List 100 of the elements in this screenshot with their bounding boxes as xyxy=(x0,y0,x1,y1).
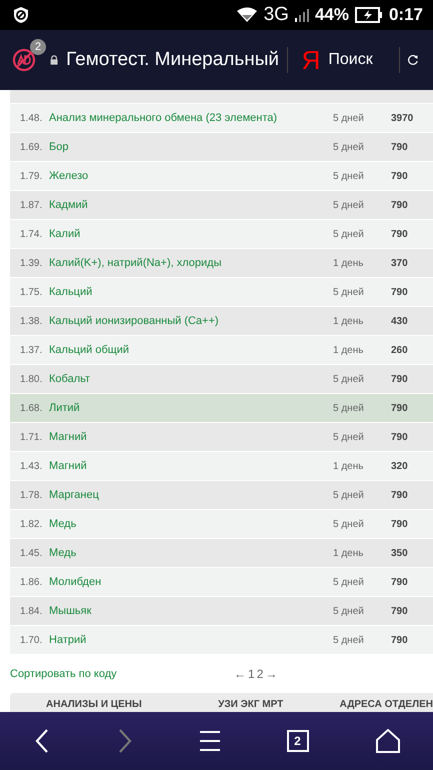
test-row[interactable]: 1.45. Медь 1 день 350 xyxy=(10,539,433,567)
test-code: 1.39. xyxy=(20,258,44,268)
count-badge: 2 xyxy=(30,39,46,55)
test-row[interactable]: 1.82. Медь 5 дней 790 xyxy=(10,510,433,538)
test-link[interactable]: Молибден xyxy=(49,576,333,588)
test-row[interactable]: 1.38. Кальций ионизированный (Ca++) 1 день 430 xyxy=(10,307,433,335)
test-price: 790 xyxy=(391,490,409,500)
search-logo[interactable]: Я xyxy=(302,44,320,76)
test-price: 790 xyxy=(391,402,409,414)
test-code: 1.70. xyxy=(20,634,44,646)
test-row[interactable]: 1.70. Натрий 5 дней 790 xyxy=(10,626,433,654)
test-code: 1.43. xyxy=(20,460,44,472)
test-link[interactable]: Медь xyxy=(49,547,333,559)
test-duration: 5 дней xyxy=(333,518,365,530)
test-duration: 1 день xyxy=(333,258,364,268)
forward-icon[interactable] xyxy=(116,728,132,754)
menu-link[interactable]: АДРЕСА ОТДЕЛЕН xyxy=(340,698,433,710)
test-row[interactable]: 1.71. Магний 5 дней 790 xyxy=(10,423,433,451)
test-price: 790 xyxy=(391,170,409,182)
test-price: 790 xyxy=(391,432,409,442)
test-link[interactable]: Железо xyxy=(49,170,333,182)
test-link[interactable]: Марганец xyxy=(49,489,333,501)
test-link[interactable]: Кобальт xyxy=(49,373,333,385)
test-price: 320 xyxy=(391,460,409,472)
test-duration: 5 дней xyxy=(333,606,365,616)
test-row[interactable]: 1.43. Магний 1 день 320 xyxy=(10,452,433,480)
test-row[interactable]: 1.75. Кальций 5 дней 790 xyxy=(10,278,433,306)
test-code: 1.45. xyxy=(20,548,44,558)
test-row[interactable]: 1.87. Кадмий 5 дней 790 xyxy=(10,191,433,219)
test-row[interactable]: 1.78. Марганец 5 дней 790 xyxy=(10,481,433,509)
test-row[interactable]: 1.68. Литий 5 дней 790 xyxy=(10,394,433,422)
battery-charging-icon xyxy=(354,7,383,23)
test-link[interactable]: Магний xyxy=(49,460,333,472)
tabs-button[interactable]: 2 xyxy=(286,730,308,752)
test-price: 790 xyxy=(391,286,409,298)
menu-link[interactable]: УЗИ ЭКГ МРТ xyxy=(218,698,284,710)
test-row[interactable]: 1.74. Калий 5 дней 790 xyxy=(10,220,433,248)
test-row[interactable]: 1.84. Мышьяк 5 дней 790 xyxy=(10,597,433,625)
test-link[interactable]: Мышьяк xyxy=(49,605,333,617)
test-price: 790 xyxy=(391,228,409,240)
page-link[interactable]: 2 xyxy=(256,667,264,681)
test-code: 1.86. xyxy=(20,576,44,588)
test-duration: 5 дней xyxy=(333,200,365,210)
test-row[interactable]: 1.39. Калий(K+), натрий(Na+), хлориды 1 день 370 xyxy=(10,249,433,277)
test-duration: 5 дней xyxy=(333,170,365,182)
test-price: 790 xyxy=(391,142,409,152)
test-link[interactable]: Натрий xyxy=(49,634,333,646)
test-row[interactable]: 1.48. Анализ минерального обмена (23 элемента) 5 дней 3970 xyxy=(10,104,433,132)
test-link[interactable]: Кадмий xyxy=(49,199,333,211)
test-code: 1.80. xyxy=(20,374,44,384)
test-link[interactable]: Кальций общий xyxy=(49,344,333,356)
test-duration: 1 день xyxy=(333,548,364,558)
prev-page-link[interactable]: ← xyxy=(234,667,246,681)
test-code: 1.71. xyxy=(20,432,44,442)
test-link[interactable]: Кальций xyxy=(49,286,333,298)
test-link[interactable]: Калий(K+), натрий(Na+), хлориды xyxy=(49,257,333,269)
test-row[interactable]: 1.79. Железо 5 дней 790 xyxy=(10,162,433,190)
test-duration: 5 дней xyxy=(333,634,365,646)
test-duration: 1 день xyxy=(333,344,364,356)
home-icon[interactable] xyxy=(376,729,400,753)
test-duration: 5 дней xyxy=(333,112,365,124)
page-link[interactable]: 1 xyxy=(248,667,255,681)
sort-link[interactable]: Сортировать по коду xyxy=(10,668,234,680)
menu-icon[interactable] xyxy=(200,730,220,752)
test-duration: 1 день xyxy=(333,460,364,472)
test-price: 790 xyxy=(391,200,409,210)
test-link[interactable]: Бор xyxy=(49,141,333,153)
test-code: 1.48. xyxy=(20,112,44,124)
test-price: 430 xyxy=(391,316,409,326)
test-link[interactable]: Кальций ионизированный (Ca++) xyxy=(49,315,333,327)
test-row[interactable]: 1.80. Кобальт 5 дней 790 xyxy=(10,365,433,393)
test-duration: 5 дней xyxy=(333,286,365,298)
shield-icon xyxy=(13,6,29,24)
test-duration: 5 дней xyxy=(333,374,365,384)
test-price: 260 xyxy=(391,344,409,356)
signal-icon xyxy=(294,8,309,22)
test-link[interactable]: Медь xyxy=(49,518,333,530)
test-row[interactable]: 1.37. Кальций общий 1 день 260 xyxy=(10,336,433,364)
test-link[interactable]: Магний xyxy=(49,431,333,443)
test-code: 1.87. xyxy=(20,200,44,210)
test-price: 350 xyxy=(391,548,409,558)
test-duration: 5 дней xyxy=(333,402,365,414)
test-link[interactable]: Анализ минерального обмена (23 элемента) xyxy=(49,112,333,124)
page-title[interactable]: Гемотест. Минеральный xyxy=(66,49,280,71)
test-price: 790 xyxy=(391,634,409,646)
search-button[interactable]: Поиск xyxy=(328,51,373,69)
test-row[interactable]: 1.86. Молибден 5 дней 790 xyxy=(10,568,433,596)
next-page-link[interactable]: → xyxy=(265,667,278,681)
adblock-icon[interactable] xyxy=(12,48,36,72)
test-price: 370 xyxy=(391,258,409,268)
wifi-icon xyxy=(236,7,258,23)
test-price: 790 xyxy=(391,576,409,588)
test-price: 3970 xyxy=(391,112,414,124)
test-duration: 1 день xyxy=(333,316,364,326)
test-code: 1.74. xyxy=(20,228,44,240)
menu-link[interactable]: АНАЛИЗЫ И ЦЕНЫ xyxy=(46,698,142,710)
test-link[interactable]: Калий xyxy=(49,228,333,240)
back-icon[interactable] xyxy=(34,728,50,754)
test-row[interactable]: 1.69. Бор 5 дней 790 xyxy=(10,133,433,161)
test-price: 790 xyxy=(391,374,409,384)
